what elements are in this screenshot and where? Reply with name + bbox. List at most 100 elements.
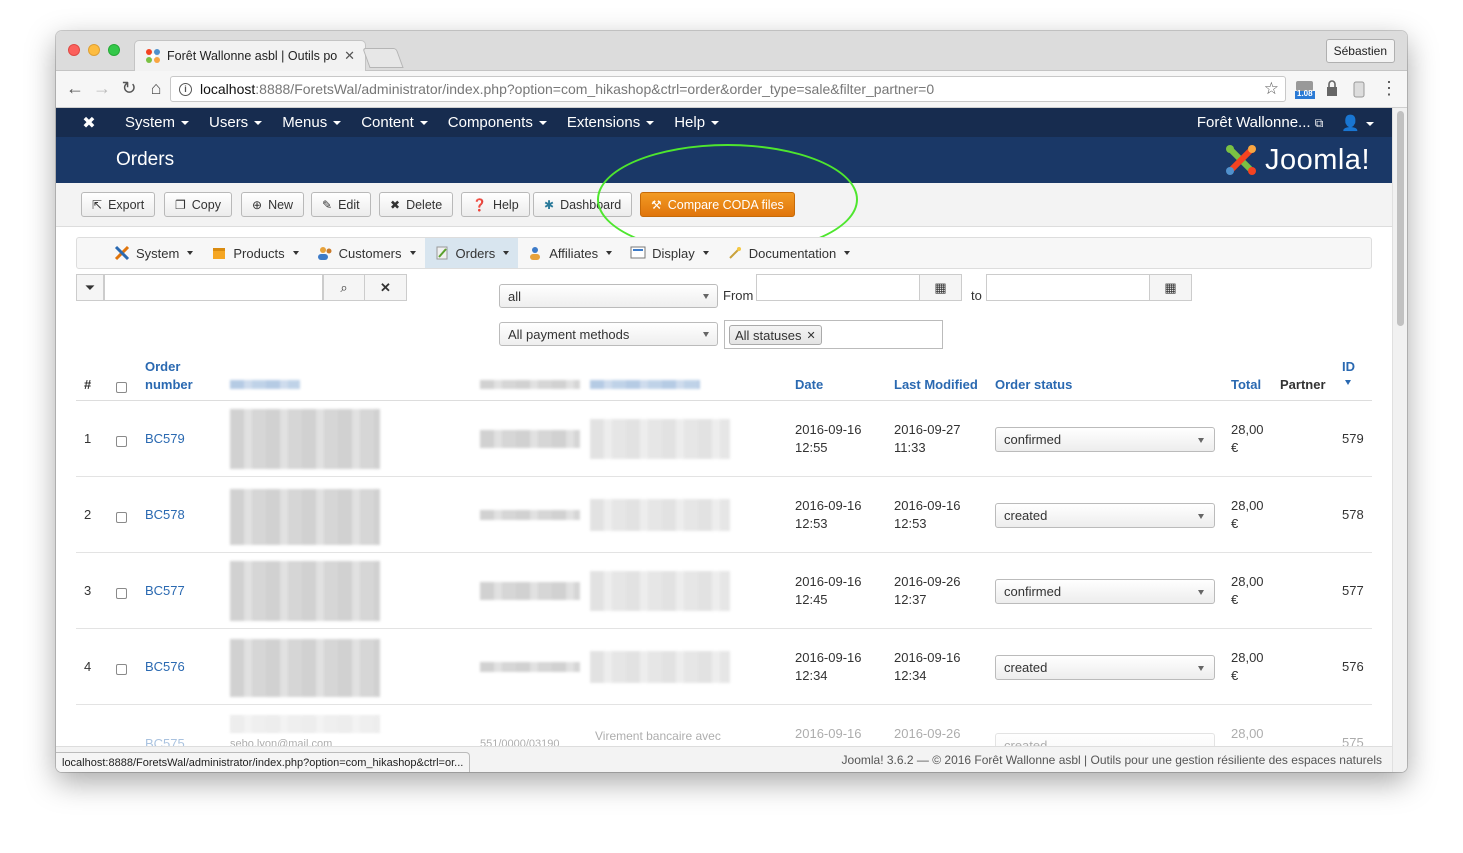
chevron-down-icon [1198,666,1204,671]
hikamenu-display[interactable]: Display [621,238,718,268]
menu-system[interactable]: System [115,114,199,131]
maximize-window-button[interactable] [108,44,120,56]
order-time: 12:45 [795,592,828,607]
copy-label: Copy [191,197,221,212]
order-status-select[interactable]: confirmed [995,427,1215,452]
order-date: 2016-09-16 [795,650,862,665]
order-total: 28,00 [1231,498,1264,513]
hikamenu-system[interactable]: System [105,238,202,268]
row-checkbox[interactable] [116,588,127,599]
edit-button[interactable]: ✎ Edit [311,192,371,217]
date-to-calendar-button[interactable]: ▦ [1149,274,1192,301]
status-chip[interactable]: All statuses ✕ [729,325,822,345]
close-window-button[interactable] [68,44,80,56]
order-status-select[interactable]: confirmed [995,579,1215,604]
date-from-input[interactable] [756,274,920,301]
hikamenu-affiliates-label: Affiliates [549,245,599,261]
order-status-select[interactable]: created [995,503,1215,528]
remove-chip-icon[interactable]: ✕ [806,329,815,342]
bookmark-star-icon[interactable]: ☆ [1264,79,1279,99]
menu-menus[interactable]: Menus [272,114,351,131]
modified-time: 11:33 [894,440,926,455]
back-arrow-icon[interactable]: ← [64,78,86,99]
menu-components[interactable]: Components [438,114,557,131]
col-last-modified[interactable]: Last Modified [894,376,978,394]
filter-toggle-button[interactable]: ⏷ [76,274,104,301]
date-from-calendar-button[interactable]: ▦ [919,274,962,301]
chevron-down-icon [1198,514,1204,519]
url-path: :8888/ForetsWal/administrator/index.php?… [255,81,935,97]
delete-button[interactable]: ✖ Delete [379,192,454,217]
menu-content[interactable]: Content [351,114,438,131]
hikamenu-orders[interactable]: Orders [424,238,519,268]
reload-icon[interactable]: ↻ [118,78,140,99]
clear-search-button[interactable]: ✕ [364,274,407,301]
menu-users[interactable]: Users [199,114,272,131]
col-order-status[interactable]: Order status [995,376,1072,394]
col-id[interactable]: ID [1342,358,1355,376]
menu-content-label: Content [361,114,414,131]
order-type-select[interactable]: all [499,284,718,308]
extension-jar-icon[interactable] [1352,80,1372,100]
browser-menu-icon[interactable]: ⋮ [1378,78,1400,99]
search-input[interactable] [104,274,323,301]
redacted-header [230,380,300,389]
hikamenu-documentation[interactable]: Documentation [718,238,859,268]
status-filter-input[interactable]: All statuses ✕ [724,320,943,349]
help-button[interactable]: ❓ Help [461,192,530,217]
order-number-link[interactable]: BC576 [145,658,185,676]
col-total[interactable]: Total [1231,376,1261,394]
url-field[interactable]: i localhost :8888/ForetsWal/administrato… [170,76,1286,102]
browser-tab[interactable]: Forêt Wallonne asbl | Outils po ✕ [134,40,366,71]
order-type-value: all [508,288,522,304]
copy-button[interactable]: ❐ Copy [164,192,232,217]
joomla-logo-icon[interactable]: ✖ [69,113,109,133]
home-icon[interactable]: ⌂ [145,78,167,99]
chevron-down-icon [187,251,194,255]
col-order-number-line2: number [145,377,193,392]
row-checkbox[interactable] [116,512,127,523]
date-to-input[interactable] [986,274,1150,301]
extension-badge-icon[interactable]: 1.08 [1294,80,1315,100]
site-link[interactable]: Forêt Wallonne... ⧉ [1197,114,1323,131]
payment-method-select[interactable]: All payment methods [499,322,718,346]
chevron-down-icon [1198,590,1204,595]
profile-button[interactable]: Sébastien [1325,39,1395,63]
row-checkbox[interactable] [116,436,127,447]
order-status-select[interactable]: created [995,733,1215,746]
new-button[interactable]: ⊕ New [241,192,305,217]
order-status-select[interactable]: created [995,655,1215,680]
page-scrollbar[interactable] [1392,108,1407,772]
col-order-number[interactable]: Order number [145,358,193,394]
order-time: 12:53 [795,516,828,531]
menu-extensions[interactable]: Extensions [557,114,664,131]
chevron-down-icon [703,294,709,299]
search-button[interactable]: ⌕ [323,274,365,301]
site-link-label: Forêt Wallonne... [1196,114,1311,131]
extension-lock-icon[interactable] [1324,80,1344,100]
order-number-link[interactable]: BC577 [145,582,185,600]
col-date[interactable]: Date [795,376,823,394]
forward-arrow-icon[interactable]: → [91,78,113,99]
address-bar: ← → ↻ ⌂ i localhost :8888/ForetsWal/admi… [56,71,1407,108]
hikamenu-affiliates[interactable]: Affiliates [518,238,621,268]
select-all-checkbox[interactable] [116,382,127,393]
user-menu[interactable]: 👤 [1341,114,1374,132]
hikamenu-products[interactable]: Products [202,238,307,268]
status-chip-label: All statuses [735,327,802,343]
menu-users-label: Users [209,114,249,131]
magic-wand-icon [729,247,741,259]
order-number-link[interactable]: BC578 [145,506,185,524]
export-button[interactable]: ⇱ Export [81,192,156,217]
info-icon[interactable]: i [179,82,192,96]
hikamenu-customers[interactable]: Customers [308,238,425,268]
new-tab-button[interactable] [362,48,404,68]
admin-nav-right: Forêt Wallonne... ⧉ 👤 [1197,114,1392,132]
order-number-link[interactable]: BC575 [145,735,185,746]
order-number-link[interactable]: BC579 [145,430,185,448]
row-checkbox[interactable] [116,664,127,675]
minimize-window-button[interactable] [88,44,100,56]
close-tab-icon[interactable]: ✕ [344,48,355,64]
scrollbar-thumb[interactable] [1397,111,1404,326]
menu-help[interactable]: Help [664,114,729,131]
